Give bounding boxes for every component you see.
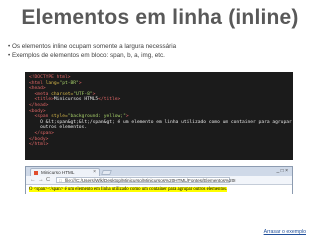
page-content: O <span></span> é um elemento em linha u… [26,185,292,194]
bullet-item: Exemplos de elementos em bloco: span, b,… [8,51,176,60]
code-token: <!DOCTYPE html> [29,75,71,80]
code-token: </span> [29,130,54,136]
code-token: > [125,114,129,120]
code-token: <html [29,80,43,86]
browser-window: Minicurso HTML × _ □ × ← → C □ file:///C… [25,166,293,194]
code-token: <span [29,114,49,120]
url-text[interactable]: file:///C:/Users/Wlk/Desktop/Minicurso/M… [65,178,236,183]
bullet-list: Os elementos inline ocupam somente a lar… [8,42,176,60]
code-token: style= [48,114,68,120]
code-token: > [78,80,82,86]
code-token: </html> [29,142,49,148]
code-token: "pt-BR" [59,80,79,86]
code-token: <body> [29,108,46,114]
code-token: "background: yellow;" [67,114,126,120]
html5-icon [34,171,38,175]
code-token: </body> [29,136,49,142]
code-block: <!DOCTYPE html> <html lang="pt-BR"> <hea… [25,72,293,160]
code-token: <head> [29,86,46,92]
forward-arrow-icon[interactable]: → [38,177,44,183]
code-token: O &lt;span&gt;&lt;/span&gt; é um element… [29,119,292,125]
back-link[interactable]: Arrasar o exemplo [264,229,306,235]
code-token: <title> [29,97,54,103]
highlighted-span: O <span></span> é um elemento em linha u… [29,187,228,192]
bullet-item: Os elementos inline ocupam somente a lar… [8,42,176,51]
back-arrow-icon[interactable]: ← [30,177,36,183]
code-token: </title> [98,97,121,103]
address-bar: ← → C □ file:///C:/Users/Wlk/Desktop/Min… [26,176,292,185]
window-controls[interactable]: _ □ × [277,168,289,174]
close-icon[interactable]: × [93,169,96,175]
tab-bar: Minicurso HTML × _ □ × [26,167,292,176]
browser-tab[interactable]: Minicurso HTML × [30,168,100,176]
code-token: </head> [29,102,49,108]
reload-icon[interactable]: C [46,177,50,183]
url-input[interactable]: □ file:///C:/Users/Wlk/Desktop/Minicurso… [56,177,236,183]
slide-title: Elementos em linha (inline) [21,6,299,29]
page-icon: □ [59,178,62,183]
new-tab-button[interactable] [101,170,112,175]
code-token: Minicursos HTML5 [53,97,99,103]
code-token: lang= [42,80,60,86]
code-line: </html> [29,142,293,148]
code-token: outros elementos. [29,125,88,131]
tab-title: Minicurso HTML [41,170,75,175]
